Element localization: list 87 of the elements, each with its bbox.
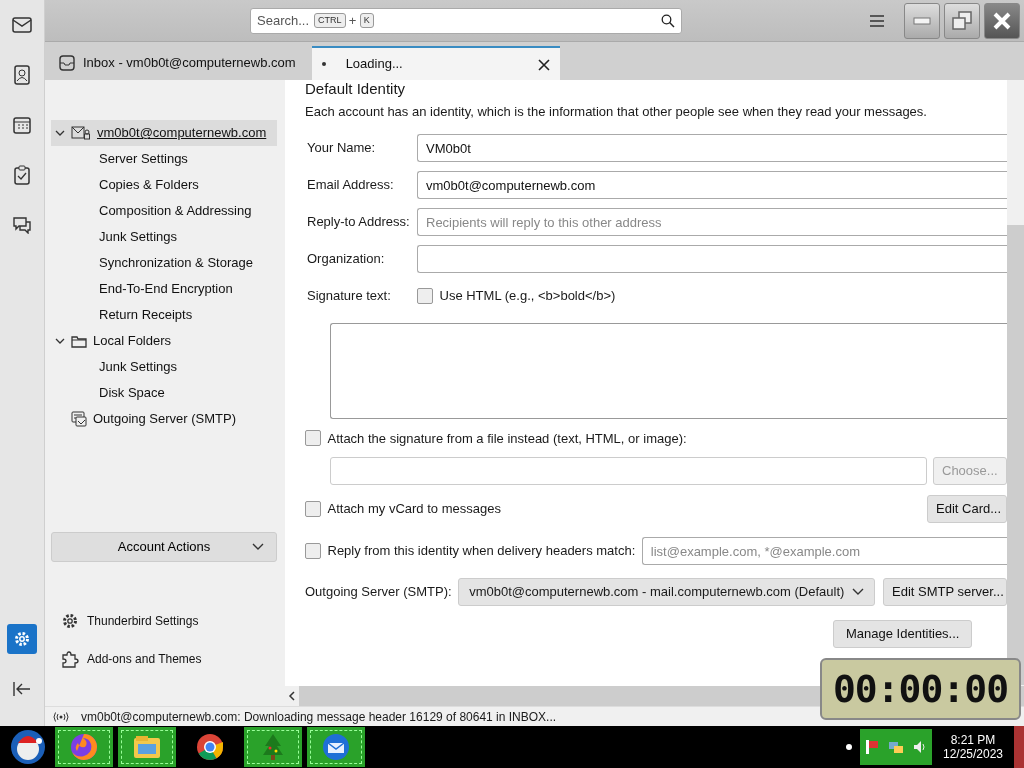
edit-smtp-button[interactable]: Edit SMTP server... — [883, 578, 1007, 606]
checkbox-label: Reply from this identity when delivery headers match: — [327, 542, 636, 561]
sidebar-link[interactable]: Add-ons and Themes — [51, 640, 277, 678]
field-label: Your Name: — [306, 139, 377, 158]
status-text: vm0b0t@computernewb.com: Downloading message header 16129 of 80641 in INBOX... — [81, 708, 557, 726]
shortcut-key: K — [359, 12, 374, 29]
tree-item[interactable]: Composition & Addressing — [51, 198, 277, 224]
app-icon — [69, 732, 99, 762]
server-dropdown[interactable]: vm0b0t@computernewb.com - mail.computernewb.com (Default) — [458, 578, 876, 606]
expanded-chevron-icon[interactable] — [55, 337, 65, 345]
tree-item[interactable]: Synchronization & Storage — [51, 250, 277, 276]
tree-item[interactable]: Junk Settings — [51, 354, 277, 380]
field-label: Signature text: — [306, 287, 392, 306]
checkbox-label: Use HTML (e.g., <b>bold</b>) — [439, 287, 616, 306]
speaker-icon[interactable] — [912, 739, 928, 755]
tree-item[interactable]: Disk Space — [51, 380, 277, 406]
restore-icon — [951, 9, 973, 32]
expanded-chevron-icon[interactable] — [55, 129, 65, 137]
field-label: Email Address: — [306, 176, 395, 195]
restore-button[interactable] — [944, 2, 980, 39]
input-field[interactable]: Recipients will reply to this other address — [417, 208, 1007, 236]
folder-icon — [132, 734, 162, 760]
minimize-button[interactable] — [904, 2, 940, 39]
clipboard-icon — [14, 165, 30, 185]
manage-identities-button[interactable]: Manage Identities... — [833, 620, 973, 648]
tree-item[interactable]: vm0b0t@computernewb.com — [51, 120, 277, 146]
input-field[interactable]: vm0b0t@computernewb.com — [417, 171, 1007, 199]
search-field[interactable]: Search... CTRL + K — [250, 7, 682, 34]
edit-card-button[interactable]: Edit Card... — [927, 495, 1007, 523]
tree-item[interactable]: Server Settings — [51, 146, 277, 172]
checkbox[interactable] — [417, 288, 433, 304]
checkbox[interactable] — [305, 430, 321, 447]
close-button[interactable] — [984, 2, 1020, 39]
checkbox[interactable] — [305, 543, 321, 559]
settings-icon — [13, 630, 31, 648]
tab[interactable]: Loading... — [311, 46, 560, 80]
plus-sign: + — [348, 11, 357, 30]
section-heading: Default Identity — [305, 80, 407, 98]
collapse-icon — [13, 682, 31, 696]
settings-button[interactable] — [7, 624, 37, 654]
tree-item[interactable]: Local Folders — [51, 328, 277, 354]
mail-icon — [12, 17, 32, 33]
settings-icon — [61, 612, 79, 630]
tree-icon — [261, 732, 285, 762]
input-field[interactable] — [417, 245, 1007, 273]
checkbox-label: Attach my vCard to messages — [327, 500, 501, 519]
input-field[interactable]: VM0b0t — [417, 134, 1007, 162]
tree-item[interactable]: Junk Settings — [51, 224, 277, 250]
search-icon[interactable] — [661, 13, 675, 28]
flag-icon[interactable] — [864, 739, 880, 755]
checkbox[interactable] — [305, 501, 321, 517]
chat-bubbles-icon — [12, 216, 32, 234]
file-path-field[interactable] — [330, 457, 927, 485]
input-field[interactable]: list@example.com, *@example.com — [641, 537, 1007, 565]
field-label: Outgoing Server (SMTP): — [305, 583, 452, 602]
puzzle-piece-icon — [61, 650, 79, 668]
minimize-icon — [913, 16, 931, 25]
field-label: Organization: — [306, 250, 386, 269]
address-book-icon — [13, 65, 31, 85]
app-icon — [195, 732, 225, 762]
app-icon — [321, 732, 351, 762]
timer-display: 00:00:00 — [820, 658, 1021, 720]
server-icon — [71, 411, 87, 427]
search-placeholder: Search... — [257, 11, 310, 30]
caret-icon — [252, 543, 264, 551]
tree-item[interactable]: End-To-End Encryption — [51, 276, 277, 302]
scrollbar-thumb[interactable] — [1007, 225, 1024, 685]
caret-icon — [852, 588, 865, 596]
close-icon — [992, 10, 1012, 31]
calendar-icon — [13, 116, 31, 134]
account-actions-button[interactable]: Account Actions — [51, 532, 277, 562]
account-icon — [71, 126, 91, 140]
sidebar-link[interactable]: Thunderbird Settings — [51, 602, 277, 640]
shortcut-key: CTRL — [314, 12, 346, 29]
scroll-left-icon[interactable] — [285, 686, 299, 706]
tree-item[interactable]: Copies & Folders — [51, 172, 277, 198]
description-text: Each account has an identity, which is the information that other people see when they read your messages. — [305, 103, 928, 121]
tray-dot-icon — [846, 744, 852, 750]
tree-item[interactable]: Outgoing Server (SMTP) — [51, 406, 277, 432]
folder-icon — [71, 334, 87, 348]
field-label: Reply-to Address: — [306, 213, 411, 232]
tab[interactable]: Inbox - vm0b0t@computernewb.com — [49, 46, 306, 80]
tree-item[interactable]: Return Receipts — [51, 302, 277, 328]
checkbox-label: Attach the signature from a file instead (text, HTML, or image): — [327, 429, 687, 448]
signal-icon — [53, 711, 69, 722]
taskbar-clock[interactable]: 8:21 PM 12/25/2023 — [940, 733, 1006, 761]
signature-text-area[interactable] — [330, 322, 1007, 419]
